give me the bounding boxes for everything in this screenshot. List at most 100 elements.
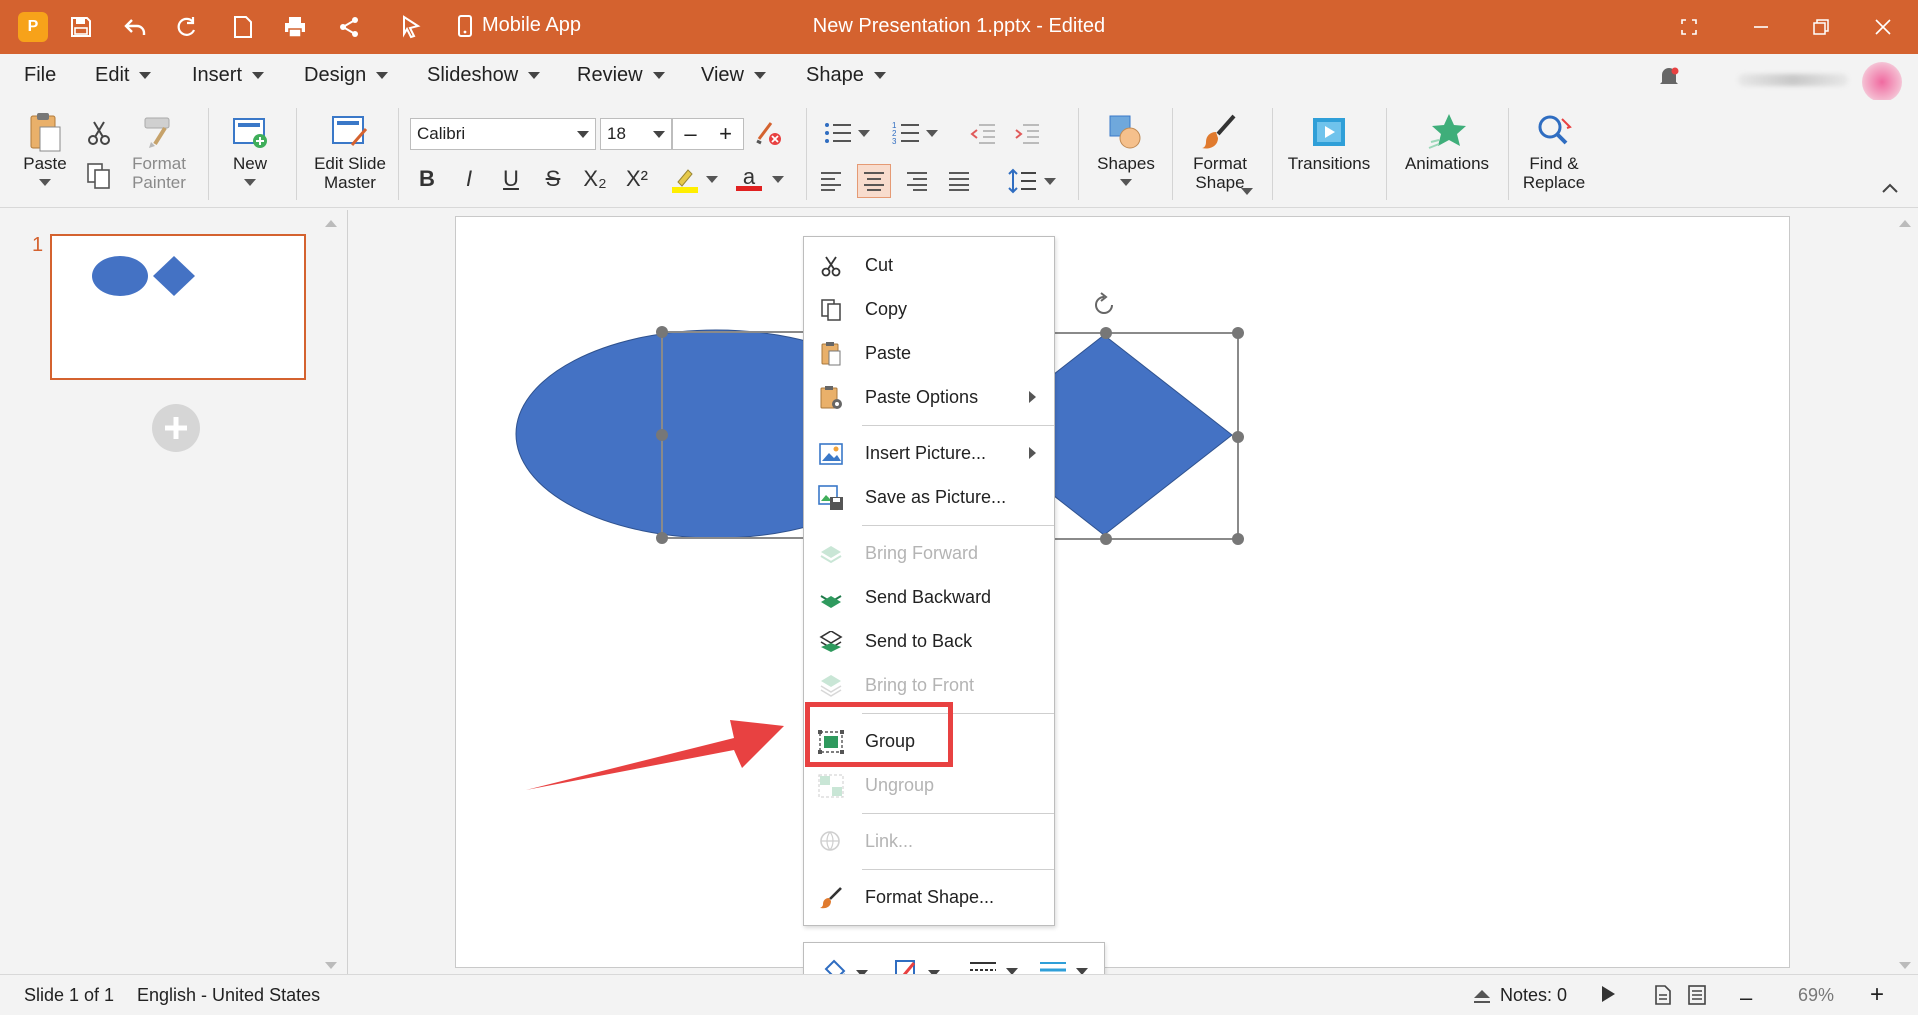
- align-left-button[interactable]: [814, 164, 848, 198]
- resize-handle[interactable]: [656, 429, 668, 441]
- scissors-icon: [88, 121, 110, 145]
- numbering-button[interactable]: 123: [890, 116, 940, 150]
- context-insert-picture[interactable]: Insert Picture...: [804, 433, 1054, 473]
- context-copy[interactable]: Copy: [804, 289, 1054, 329]
- language-indicator[interactable]: English - United States: [137, 985, 320, 1006]
- subscript-button[interactable]: X₂: [578, 162, 612, 196]
- context-link[interactable]: Link...: [804, 821, 1054, 861]
- shapes-button[interactable]: Shapes: [1094, 110, 1158, 186]
- context-ungroup[interactable]: Ungroup: [804, 765, 1054, 805]
- redo-icon[interactable]: [172, 12, 202, 42]
- zoom-level[interactable]: 69%: [1798, 985, 1834, 1006]
- resize-handle[interactable]: [656, 532, 668, 544]
- increase-font-size-button[interactable]: +: [708, 119, 743, 149]
- menu-insert[interactable]: Insert: [192, 64, 265, 87]
- save-icon[interactable]: [66, 12, 96, 42]
- menu-review[interactable]: Review: [577, 64, 665, 87]
- menu-edit[interactable]: Edit: [95, 64, 152, 87]
- scroll-down-icon[interactable]: [1899, 962, 1911, 969]
- context-send-backward[interactable]: Send Backward: [804, 577, 1054, 617]
- superscript-button[interactable]: X²: [620, 162, 654, 196]
- new-slide-button[interactable]: New: [228, 110, 272, 186]
- resize-handle[interactable]: [1232, 533, 1244, 545]
- add-slide-button[interactable]: [152, 404, 200, 452]
- font-name-select[interactable]: Calibri: [410, 118, 596, 150]
- notification-icon[interactable]: [1658, 66, 1680, 94]
- mobile-app-button[interactable]: Mobile App: [458, 14, 581, 37]
- context-bring-to-front[interactable]: Bring to Front: [804, 665, 1054, 705]
- menu-shape[interactable]: Shape: [806, 64, 886, 87]
- new-document-icon[interactable]: [228, 12, 258, 42]
- slide-thumbnail-pane: 1: [0, 210, 348, 974]
- scroll-up-icon[interactable]: [1899, 220, 1911, 227]
- scroll-up-icon[interactable]: [325, 220, 337, 227]
- scroll-down-icon[interactable]: [325, 962, 337, 969]
- close-icon[interactable]: [1866, 12, 1900, 42]
- format-painter-button[interactable]: Format Painter: [128, 110, 190, 192]
- collapse-ribbon-button[interactable]: [1882, 178, 1898, 198]
- format-painter-label: Format Painter: [132, 154, 186, 192]
- resize-handle[interactable]: [1232, 327, 1244, 339]
- context-bring-forward[interactable]: Bring Forward: [804, 533, 1054, 573]
- copy-button[interactable]: [86, 162, 112, 190]
- avatar[interactable]: [1862, 62, 1902, 102]
- bullets-button[interactable]: [822, 116, 872, 150]
- find-replace-button[interactable]: Find & Replace: [1520, 110, 1588, 192]
- highlight-color-button[interactable]: [664, 162, 724, 196]
- italic-button[interactable]: I: [452, 162, 486, 196]
- context-save-as-picture[interactable]: Save as Picture...: [804, 477, 1054, 517]
- cut-button[interactable]: [86, 120, 112, 146]
- paste-options-icon: [818, 386, 844, 410]
- slide-canvas[interactable]: [455, 216, 1790, 968]
- decrease-indent-button[interactable]: [966, 116, 1000, 150]
- minimize-icon[interactable]: [1744, 12, 1778, 42]
- play-from-start-icon[interactable]: [396, 12, 426, 42]
- paste-button[interactable]: Paste: [20, 110, 70, 186]
- undo-icon[interactable]: [120, 12, 150, 42]
- outline-view-button[interactable]: [1688, 985, 1706, 1005]
- zoom-in-button[interactable]: +: [1870, 981, 1884, 1009]
- context-cut[interactable]: Cut: [804, 245, 1054, 285]
- zoom-out-button[interactable]: –: [1740, 985, 1752, 1011]
- resize-handle[interactable]: [1100, 327, 1112, 339]
- transitions-button[interactable]: Transitions: [1288, 110, 1370, 173]
- normal-view-button[interactable]: [1654, 985, 1672, 1005]
- line-spacing-button[interactable]: [1004, 164, 1060, 198]
- resize-handle[interactable]: [1100, 533, 1112, 545]
- print-icon[interactable]: [280, 12, 310, 42]
- clear-formatting-button[interactable]: [752, 116, 786, 150]
- slideshow-play-button[interactable]: [1600, 985, 1616, 1003]
- outline-view-icon: [1688, 985, 1706, 1005]
- strikethrough-button[interactable]: S: [536, 162, 570, 196]
- animations-button[interactable]: Animations: [1400, 110, 1494, 173]
- slide-thumbnail[interactable]: [50, 234, 306, 380]
- menu-design[interactable]: Design: [304, 64, 389, 87]
- context-paste-options[interactable]: Paste Options: [804, 377, 1054, 417]
- rotate-handle-icon[interactable]: [1095, 292, 1113, 314]
- ungroup-icon: [818, 774, 844, 798]
- justify-button[interactable]: [942, 164, 976, 198]
- resize-handle[interactable]: [656, 326, 668, 338]
- menu-slideshow[interactable]: Slideshow: [427, 64, 541, 87]
- align-right-button[interactable]: [900, 164, 934, 198]
- underline-button[interactable]: U: [494, 162, 528, 196]
- notes-toggle[interactable]: Notes: 0: [1472, 985, 1567, 1006]
- font-color-button[interactable]: a: [730, 162, 790, 196]
- fullscreen-icon[interactable]: [1672, 12, 1706, 42]
- increase-indent-button[interactable]: [1010, 116, 1044, 150]
- font-size-select[interactable]: 18: [600, 118, 672, 150]
- share-icon[interactable]: [334, 12, 364, 42]
- edit-slide-master-button[interactable]: Edit Slide Master: [312, 110, 388, 192]
- context-send-to-back[interactable]: Send to Back: [804, 621, 1054, 661]
- menu-file[interactable]: File: [24, 64, 56, 87]
- format-shape-button[interactable]: Format Shape: [1184, 110, 1256, 192]
- resize-handle[interactable]: [1232, 431, 1244, 443]
- restore-icon[interactable]: [1804, 12, 1838, 42]
- decrease-font-size-button[interactable]: –: [673, 119, 708, 149]
- context-paste[interactable]: Paste: [804, 333, 1054, 373]
- context-format-shape[interactable]: Format Shape...: [804, 877, 1054, 917]
- align-center-button[interactable]: [857, 164, 891, 198]
- bold-button[interactable]: B: [410, 162, 444, 196]
- format-shape-dropdown-caret[interactable]: [1241, 188, 1253, 195]
- menu-view[interactable]: View: [701, 64, 766, 87]
